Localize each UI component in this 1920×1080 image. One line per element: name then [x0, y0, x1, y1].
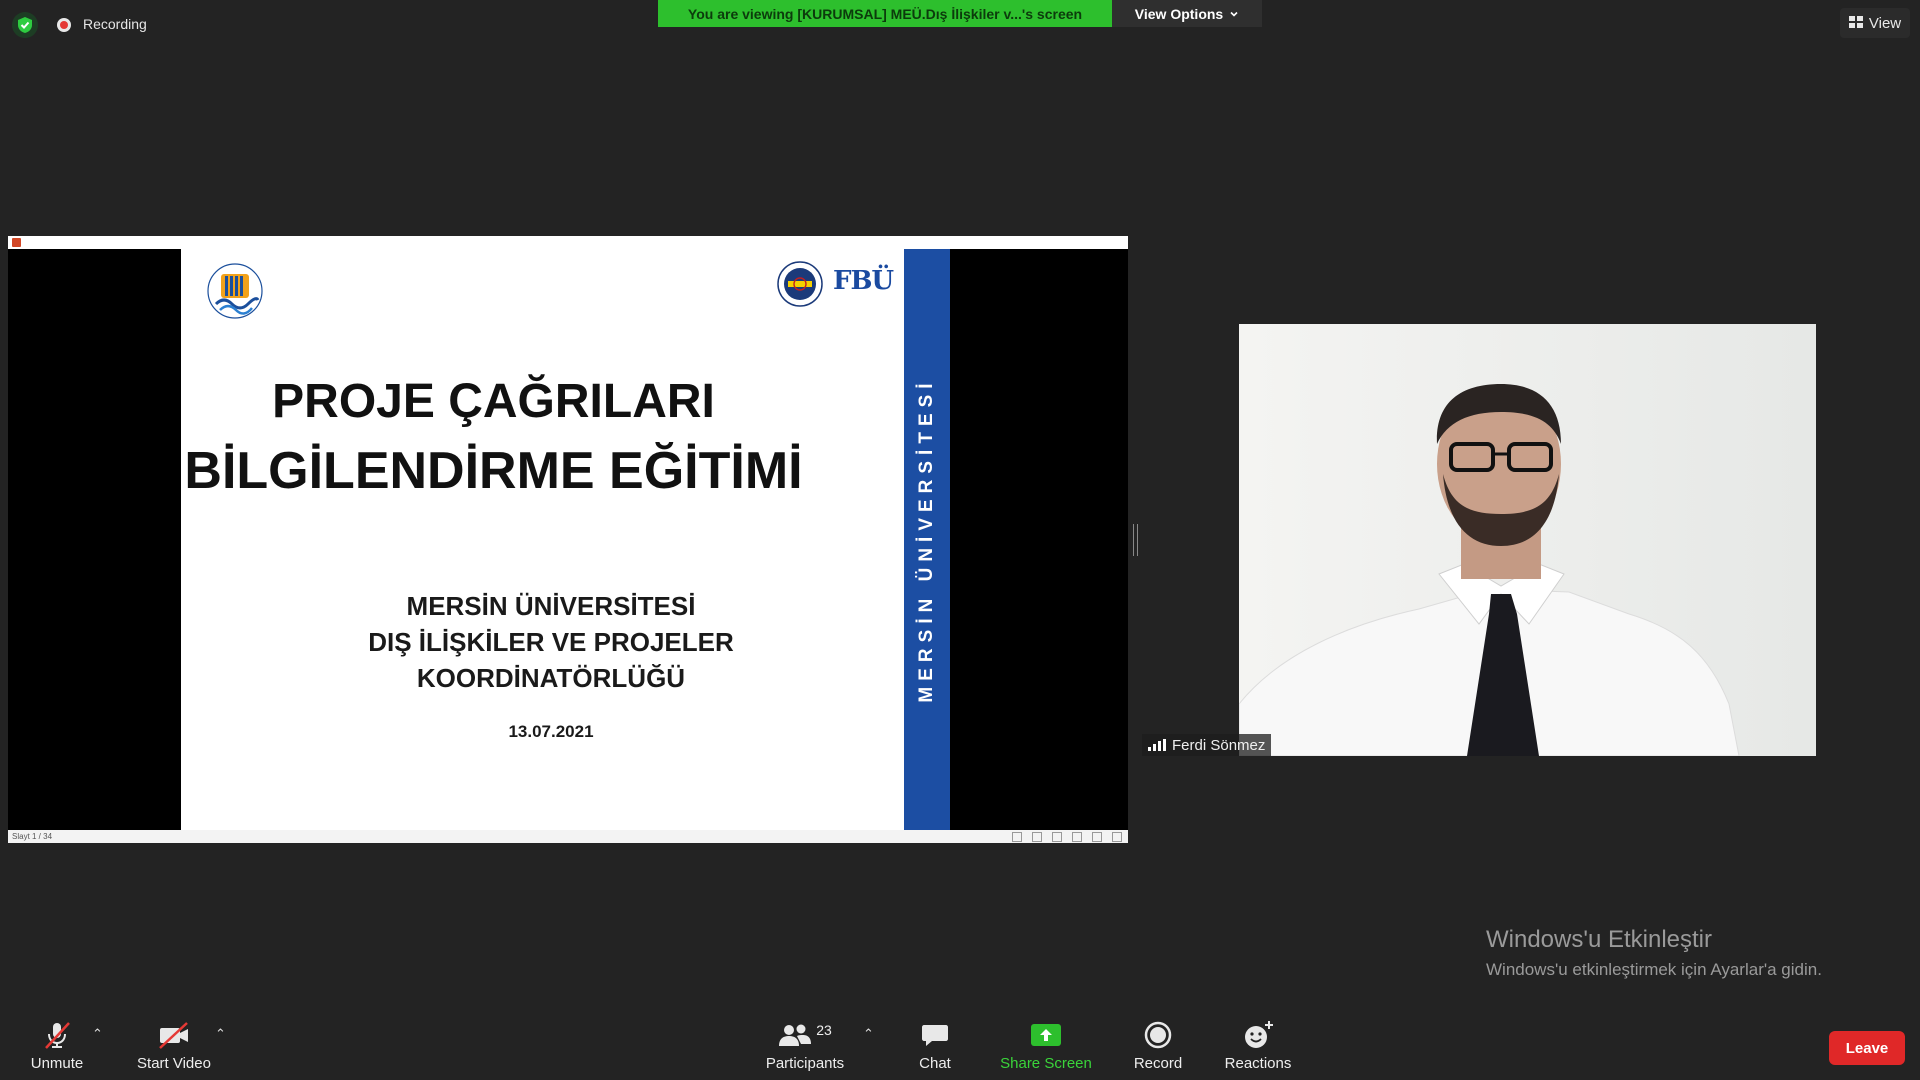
presentation-slide: FBÜ PROJE ÇAĞRILARI BİLGİLENDİRME EĞİTİM…: [181, 249, 904, 830]
record-icon: [1144, 1018, 1172, 1052]
view-layout-button[interactable]: View: [1840, 8, 1910, 38]
participants-icon-group: 23: [778, 1018, 832, 1052]
signal-strength-icon: [1148, 739, 1166, 751]
share-screen-button[interactable]: Share Screen: [1000, 1018, 1092, 1072]
record-label: Record: [1133, 1055, 1183, 1072]
powerpoint-icon: [12, 238, 21, 247]
shared-window-titlebar: [8, 236, 1128, 249]
status-bar-icons: [1012, 832, 1122, 842]
participants-label: Participants: [765, 1055, 845, 1072]
panel-resize-handle[interactable]: [1133, 524, 1138, 556]
recording-icon: [57, 18, 71, 32]
reactions-label: Reactions: [1224, 1055, 1292, 1072]
recording-label: Recording: [83, 16, 147, 32]
presentation-status-bar: Slayt 1 / 34: [8, 830, 1128, 843]
video-off-icon: [157, 1018, 191, 1052]
slide-subtitle-line1: MERSİN ÜNİVERSİTESİ: [406, 591, 696, 621]
slide-subtitle-line2: DIŞ İLİŞKİLER VE PROJELER: [368, 627, 734, 657]
chat-icon: [920, 1018, 950, 1052]
start-video-button[interactable]: Start Video: [134, 1018, 214, 1072]
grid-icon: [1848, 15, 1863, 32]
chat-button[interactable]: Chat: [905, 1018, 965, 1072]
share-screen-icon: [1030, 1018, 1062, 1052]
participant-video: [1239, 324, 1816, 756]
slide-sorter-icon: [1072, 832, 1082, 842]
participants-count: 23: [816, 1022, 832, 1038]
participant-name-tag: Ferdi Sönmez: [1142, 734, 1272, 756]
leave-button[interactable]: Leave: [1829, 1031, 1905, 1065]
participant-name: Ferdi Sönmez: [1172, 736, 1266, 754]
reactions-icon: [1242, 1018, 1274, 1052]
shared-screen: FBÜ PROJE ÇAĞRILARI BİLGİLENDİRME EĞİTİM…: [8, 236, 1128, 843]
view-options-label: View Options: [1134, 5, 1224, 22]
reading-view-icon: [1092, 832, 1102, 842]
unmute-label: Unmute: [30, 1055, 84, 1072]
slide-date: 13.07.2021: [508, 722, 594, 741]
view-label: View: [1868, 14, 1902, 32]
view-options-button[interactable]: View Options: [1112, 0, 1262, 27]
slide-counter: Slayt 1 / 34: [12, 832, 53, 841]
audio-options-caret-icon[interactable]: ⌃: [92, 1026, 103, 1042]
video-options-caret-icon[interactable]: ⌃: [215, 1026, 226, 1042]
slide-title-line2: BİLGİLENDİRME EĞİTİMİ: [184, 442, 803, 500]
record-button[interactable]: Record: [1128, 1018, 1188, 1072]
normal-view-icon: [1052, 832, 1062, 842]
chat-label: Chat: [919, 1055, 951, 1072]
reactions-button[interactable]: Reactions: [1220, 1018, 1296, 1072]
slide-side-band: MERSİN ÜNİVERSİTESİ: [904, 249, 950, 830]
windows-activation-title: Windows'u Etkinleştir: [1486, 926, 1712, 953]
share-screen-label: Share Screen: [1000, 1055, 1092, 1072]
chevron-down-icon: [1229, 6, 1239, 22]
slide-subtitle-line3: KOORDİNATÖRLÜĞÜ: [416, 663, 686, 693]
slideshow-icon: [1112, 832, 1122, 842]
slide-title-line1: PROJE ÇAĞRILARI: [272, 375, 715, 428]
participants-button[interactable]: 23 Participants: [760, 1018, 850, 1072]
participants-icon: [779, 1024, 812, 1046]
fenerbahce-university-seal: [777, 261, 823, 307]
muted-microphone-icon: [42, 1018, 72, 1052]
fbu-logo-text: FBÜ: [833, 266, 894, 296]
security-shield-icon[interactable]: [12, 12, 38, 38]
start-video-label: Start Video: [137, 1055, 211, 1072]
viewing-screen-banner: You are viewing [KURUMSAL] MEÜ.Dış İlişk…: [658, 0, 1112, 27]
comments-icon: [1032, 832, 1042, 842]
windows-activation-subtitle: Windows'u etkinleştirmek için Ayarlar'a …: [1486, 960, 1822, 979]
participants-options-caret-icon[interactable]: ⌃: [863, 1026, 874, 1042]
notes-icon: [1012, 832, 1022, 842]
mersin-university-logo: [206, 262, 264, 320]
unmute-button[interactable]: Unmute: [27, 1018, 87, 1072]
participant-video-frame: [1239, 324, 1816, 756]
side-band-text: MERSİN ÜNİVERSİTESİ: [916, 376, 937, 703]
